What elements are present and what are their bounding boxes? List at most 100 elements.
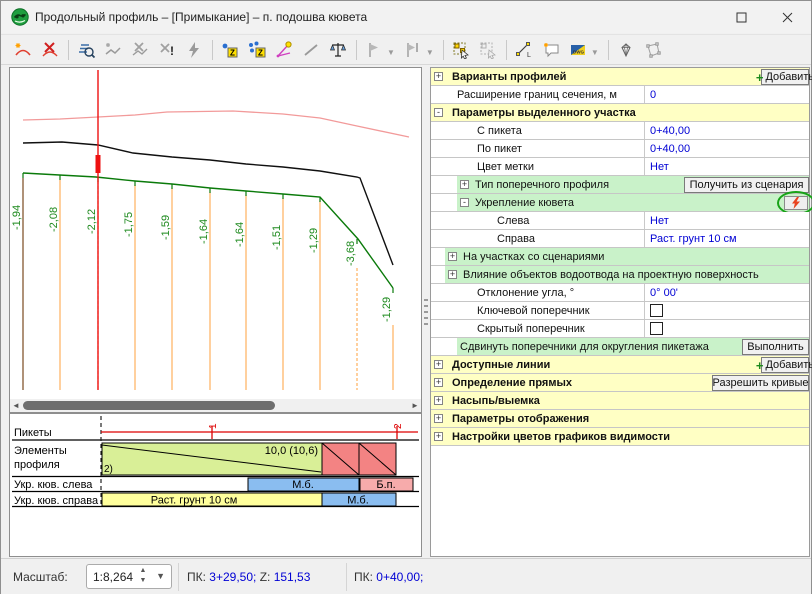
app-window: Продольный профиль – [Примыкание] – п. п…	[0, 0, 812, 594]
execute-button[interactable]: Выполнить	[742, 339, 809, 355]
prop-value[interactable]: 0+40,00	[650, 125, 690, 137]
select-objects-icon[interactable]	[449, 38, 473, 62]
band-row-label: Укр. кюв. слева	[14, 479, 93, 491]
prop-row-key-cross-section: Ключевой поперечник	[431, 302, 809, 320]
prop-value[interactable]: Нет	[650, 161, 669, 173]
export-dwg-icon[interactable]: DWG	[566, 38, 590, 62]
dropdown-chevron-icon[interactable]: ▼	[591, 48, 599, 57]
band-row-label: Элементы	[14, 445, 67, 457]
toolbar-separator	[212, 40, 213, 60]
section-embankment[interactable]: + Насыпь/выемка	[431, 392, 809, 410]
search-profiles-icon[interactable]	[74, 38, 98, 62]
chart-horizontal-scrollbar[interactable]: ◄ ►	[10, 399, 421, 412]
collapse-toggle[interactable]: -	[460, 198, 469, 207]
band-row-label: профиля	[14, 459, 60, 471]
expand-toggle[interactable]: +	[460, 180, 469, 189]
prop-row-hidden-cross-section: Скрытый поперечник	[431, 320, 809, 338]
skip-flag-icon[interactable]	[401, 38, 425, 62]
lightning-apply-button[interactable]	[784, 196, 808, 210]
offset-label: -1,29	[308, 228, 320, 253]
delete-point-warning-icon[interactable]: !	[155, 38, 179, 62]
band-row-label: Пикеты	[14, 427, 52, 439]
get-from-scenario-button[interactable]: Получить из сценария	[684, 177, 809, 193]
section-display-parameters[interactable]: + Параметры отображения	[431, 410, 809, 428]
prop-row-from-picket: С пикета 0+40,00	[431, 122, 809, 140]
key-cross-section-checkbox[interactable]	[650, 304, 663, 317]
play-flag-icon[interactable]	[362, 38, 386, 62]
angle-measure-icon[interactable]	[272, 38, 296, 62]
scale-dropdown-icon[interactable]: ▼	[156, 571, 165, 581]
status-separator	[178, 563, 179, 591]
prop-value[interactable]: Раст. грунт 10 см	[650, 233, 737, 245]
expand-toggle[interactable]: +	[434, 414, 443, 423]
svg-text:!: !	[170, 44, 174, 58]
prop-label: Отклонение угла, °	[431, 284, 645, 301]
row-drainage-influence: + Влияние объектов водоотвода на проектн…	[431, 266, 809, 284]
offset-label: -2,08	[48, 207, 60, 232]
prop-value[interactable]: 0° 00'	[650, 287, 678, 299]
scroll-left-arrow[interactable]: ◄	[10, 399, 22, 412]
scale-input[interactable]: 1:8,264 ▲▼ ▼	[86, 564, 172, 589]
hidden-cross-section-checkbox[interactable]	[650, 322, 663, 335]
prop-label: Сдвинуть поперечники для округления пике…	[460, 341, 709, 353]
point-elevation-icon[interactable]: Z	[218, 38, 242, 62]
pk-value: 3+29,50;	[209, 570, 256, 584]
delete-profile-icon[interactable]	[38, 38, 62, 62]
line-length-icon[interactable]: L	[512, 38, 536, 62]
toolbar-separator	[356, 40, 357, 60]
add-variant-button[interactable]: +Добавить	[761, 69, 809, 85]
profile-bands-table: 1210,0 (10,6)2)М.б.Б.п.Раст. грунт 10 см…	[10, 414, 421, 556]
profile-chart-panel[interactable]: -1,94-2,08-2,12-1,75-1,59-1,64-1,64-1,51…	[9, 67, 422, 413]
comment-icon[interactable]	[539, 38, 563, 62]
scroll-right-arrow[interactable]: ►	[409, 399, 421, 412]
section-profile-variants[interactable]: + Варианты профилей +Добавить	[431, 68, 809, 86]
section-straights-definition[interactable]: + Определение прямых Разрешить кривые	[431, 374, 809, 392]
section-label: Настройки цветов графиков видимости	[452, 431, 670, 443]
apply-lightning-icon[interactable]	[182, 38, 206, 62]
dropdown-chevron-icon[interactable]: ▼	[387, 48, 395, 57]
lightning-icon	[791, 197, 801, 209]
prop-value[interactable]: Нет	[650, 215, 669, 227]
expand-toggle[interactable]: +	[448, 252, 457, 261]
segment-icon[interactable]	[299, 38, 323, 62]
offset-label: -1,64	[234, 222, 246, 247]
scale-label: Масштаб:	[13, 570, 68, 584]
toolbar-separator	[443, 40, 444, 60]
z-label: Z:	[260, 570, 271, 584]
profile-chart[interactable]: -1,94-2,08-2,12-1,75-1,59-1,64-1,64-1,51…	[10, 68, 421, 399]
collapse-toggle[interactable]: -	[434, 108, 443, 117]
balance-icon[interactable]	[326, 38, 350, 62]
expand-toggle[interactable]: +	[434, 432, 443, 441]
maximize-button[interactable]	[719, 1, 763, 33]
add-point-icon[interactable]	[101, 38, 125, 62]
expand-toggle[interactable]: +	[448, 270, 457, 279]
contour-icon[interactable]	[641, 38, 665, 62]
allow-curves-button[interactable]: Разрешить кривые	[712, 375, 809, 391]
status-separator	[346, 563, 347, 591]
expand-toggle[interactable]: +	[434, 360, 443, 369]
prop-label: Влияние объектов водоотвода на проектную…	[463, 269, 759, 281]
status-bar: Масштаб: 1:8,264 ▲▼ ▼ ПК: 3+29,50; Z: 15…	[1, 558, 811, 594]
panel-splitter[interactable]	[424, 299, 428, 327]
select-group-icon[interactable]	[476, 38, 500, 62]
close-button[interactable]	[765, 1, 809, 33]
delete-point-icon[interactable]	[128, 38, 152, 62]
points-elevation-icon[interactable]: Z	[245, 38, 269, 62]
row-ditch-reinforcement: - Укрепление кювета	[431, 194, 809, 212]
section-available-lines[interactable]: + Доступные линии +Добавить	[431, 356, 809, 374]
expand-toggle[interactable]: +	[434, 378, 443, 387]
scroll-thumb[interactable]	[23, 401, 275, 410]
add-profile-icon[interactable]	[11, 38, 35, 62]
expand-toggle[interactable]: +	[434, 396, 443, 405]
slope-corner-label: 2)	[104, 464, 113, 475]
diamond-icon[interactable]	[614, 38, 638, 62]
section-selected-segment[interactable]: - Параметры выделенного участка	[431, 104, 809, 122]
expand-toggle[interactable]: +	[434, 72, 443, 81]
prop-value[interactable]: 0+40,00	[650, 143, 690, 155]
prop-value[interactable]: 0	[650, 89, 656, 101]
dropdown-chevron-icon[interactable]: ▼	[426, 48, 434, 57]
profile-bands-panel[interactable]: 1210,0 (10,6)2)М.б.Б.п.Раст. грунт 10 см…	[9, 413, 422, 557]
scale-spinner[interactable]: ▲▼	[137, 566, 149, 588]
section-visibility-colors[interactable]: + Настройки цветов графиков видимости	[431, 428, 809, 446]
add-line-button[interactable]: +Добавить	[761, 357, 809, 373]
